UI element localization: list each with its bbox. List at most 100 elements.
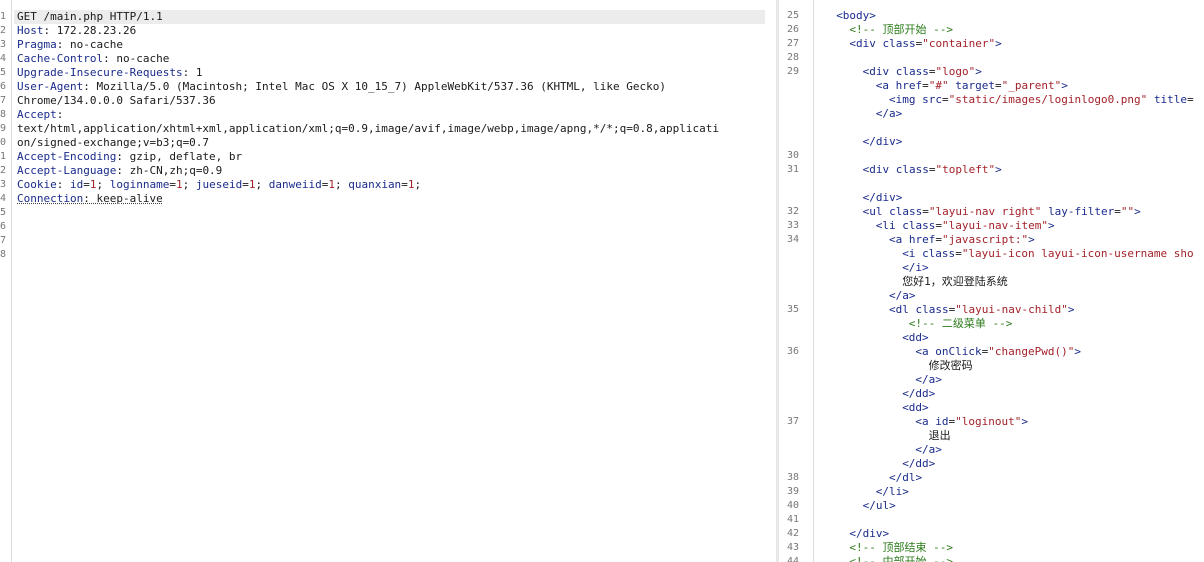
line-number: 4 bbox=[0, 193, 7, 204]
html-tag: </li> bbox=[875, 485, 909, 498]
response-line: <ul class="layui-nav right" lay-filter="… bbox=[863, 205, 1141, 219]
line-number: 2 bbox=[0, 165, 7, 176]
html-tag: </a> bbox=[875, 107, 903, 120]
cookie-sep: ; bbox=[334, 178, 349, 191]
line-number: 41 bbox=[787, 514, 800, 525]
cookie-eq: = bbox=[169, 178, 176, 191]
html-string: "layui-nav-item" bbox=[942, 219, 1049, 232]
html-attr: class bbox=[902, 219, 936, 232]
response-line: <dd> bbox=[902, 331, 929, 345]
html-tag: </a> bbox=[915, 373, 942, 386]
cookie-value: 1 bbox=[89, 178, 97, 191]
line-number: 36 bbox=[787, 346, 800, 357]
response-line: </ul> bbox=[863, 499, 896, 513]
header-group: Accept-Language: zh-CN,zh;q=0.9 bbox=[17, 164, 222, 177]
html-string: "javascript:" bbox=[942, 233, 1029, 246]
response-line: <!-- 顶部开始 --> bbox=[849, 23, 953, 37]
response-line: </div> bbox=[863, 135, 903, 149]
header-colon: : bbox=[116, 150, 123, 163]
cookie-name: loginname bbox=[109, 178, 170, 191]
line-number: 33 bbox=[787, 220, 800, 231]
request-text: Chrome/134.0.0.0 Safari/537.36 bbox=[17, 94, 216, 107]
html-tag: > bbox=[1028, 233, 1035, 246]
html-attr: class bbox=[915, 303, 949, 316]
html-string: "logo" bbox=[935, 65, 976, 78]
response-line: 退出 bbox=[929, 429, 951, 443]
html-tag: <a bbox=[889, 233, 909, 246]
html-attr: id bbox=[935, 415, 949, 428]
header-name: Pragma bbox=[17, 38, 57, 51]
header-value: 1 bbox=[189, 66, 203, 79]
response-line: <i class="layui-icon layui-icon-username… bbox=[902, 247, 1193, 261]
html-string: "changePwd()" bbox=[988, 345, 1075, 358]
html-tag: > bbox=[1074, 345, 1081, 358]
cookie-value: 1 bbox=[328, 178, 335, 191]
response-editor[interactable]: 25 <body> 26 <!-- 顶部开始 --> 27 <div class="con… bbox=[779, 0, 1204, 562]
html-tag: <ul bbox=[862, 205, 890, 218]
html-tag: </div> bbox=[849, 527, 890, 540]
html-attr: href bbox=[908, 233, 936, 246]
html-tag: </a> bbox=[889, 289, 916, 302]
html-text: 退出 bbox=[928, 429, 951, 442]
html-string: "static/images/loginlogo0.png" bbox=[948, 93, 1148, 106]
html-text: = bbox=[935, 233, 942, 246]
html-tag: </ul> bbox=[862, 499, 896, 512]
cookie-value: 1 bbox=[175, 178, 183, 191]
html-string: "layui-nav-child" bbox=[955, 303, 1068, 316]
request-line: Connection: keep-alive bbox=[17, 192, 163, 206]
line-number: 35 bbox=[787, 304, 800, 315]
response-line: <!-- 二级菜单 --> bbox=[909, 317, 1013, 331]
line-number: 1 bbox=[0, 11, 7, 22]
header-value: zh-CN,zh;q=0.9 bbox=[122, 164, 223, 177]
header-group: Accept: bbox=[17, 108, 63, 121]
line-number: 43 bbox=[787, 542, 800, 553]
html-attr: href bbox=[895, 79, 923, 92]
response-line: <a href="#" target="_parent"> bbox=[876, 79, 1068, 93]
line-number: 7 bbox=[0, 95, 7, 106]
html-tag: </i> bbox=[902, 261, 929, 274]
response-line: <div class="logo"> bbox=[863, 65, 982, 79]
cookie-name: id bbox=[70, 178, 84, 191]
html-string: "container" bbox=[922, 37, 996, 50]
response-line: <dl class="layui-nav-child"> bbox=[889, 303, 1074, 317]
request-line: Accept-Language: zh-CN,zh;q=0.9 bbox=[17, 164, 222, 178]
response-line: </a> bbox=[889, 289, 916, 303]
html-tag: <li bbox=[875, 219, 903, 232]
request-editor[interactable]: 1 2 3 4 5 6 7 8 9 0 1 2 3 4 5 6 7 8 GET /main.php HTTP/1.1… bbox=[0, 0, 776, 562]
cookie-sep: ; bbox=[255, 178, 269, 191]
response-line: <!-- 中部开始 --> bbox=[849, 555, 953, 562]
line-number: 3 bbox=[0, 179, 7, 190]
html-attr: class bbox=[895, 65, 929, 78]
line-number: 40 bbox=[787, 500, 800, 511]
cookie-sep: ; bbox=[96, 178, 110, 191]
header-colon: : bbox=[83, 192, 90, 205]
line-number: 27 bbox=[787, 38, 800, 49]
response-line: </a> bbox=[915, 443, 942, 457]
header-name: Connection bbox=[17, 192, 84, 205]
request-line: GET /main.php HTTP/1.1 bbox=[17, 10, 163, 24]
header-name: Upgrade-Insecure-Requests bbox=[17, 66, 183, 79]
request-text: GET /main.php HTTP/1.1 bbox=[17, 10, 163, 23]
header-name: Accept-Encoding bbox=[17, 150, 117, 163]
header-name: Accept-Language bbox=[17, 164, 117, 177]
html-string: "topleft" bbox=[935, 163, 996, 176]
cookie-sep: ; bbox=[182, 178, 196, 191]
header-value: gzip, deflate, br bbox=[122, 150, 243, 163]
html-string: "layui-icon layui-icon-username sho bbox=[961, 247, 1194, 260]
header-group: Upgrade-Insecure-Requests: 1 bbox=[17, 66, 202, 79]
header-value: keep-alive bbox=[89, 192, 163, 205]
cookie-name: danweiid bbox=[268, 178, 322, 191]
html-tag: > bbox=[1048, 219, 1055, 232]
html-attr: lay-filter bbox=[1048, 205, 1115, 218]
html-text: = bbox=[1187, 93, 1194, 106]
response-line: </i> bbox=[902, 261, 929, 275]
html-tag: > bbox=[1067, 303, 1075, 316]
header-group: Connection: keep-alive bbox=[17, 192, 163, 205]
html-tag: <div bbox=[849, 37, 883, 50]
html-tag: <a bbox=[915, 345, 936, 358]
line-number: 3 bbox=[0, 39, 7, 50]
html-attr: title bbox=[1153, 93, 1188, 106]
line-number: 28 bbox=[787, 52, 800, 63]
request-line: User-Agent: Mozilla/5.0 (Macintosh; Inte… bbox=[17, 80, 666, 94]
response-line: </a> bbox=[876, 107, 903, 121]
